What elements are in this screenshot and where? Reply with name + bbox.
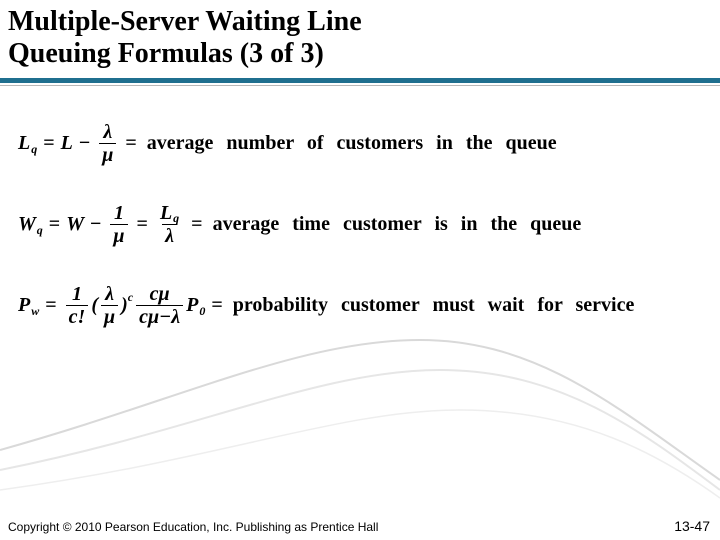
copyright-text: Copyright © 2010 Pearson Education, Inc.… bbox=[8, 520, 378, 534]
slide-body: L q = L − λ μ = average number of custom… bbox=[0, 86, 720, 327]
var-W: W bbox=[66, 213, 84, 236]
slide-header: Multiple-Server Waiting Line Queuing For… bbox=[0, 0, 720, 76]
title-divider bbox=[0, 78, 720, 86]
var-L: L bbox=[61, 132, 73, 155]
formula-lq: L q = L − λ μ = average number of custom… bbox=[18, 122, 702, 165]
var-Lq-L: L bbox=[18, 132, 30, 155]
var-P0-P: P bbox=[186, 294, 198, 317]
title-line-1: Multiple-Server Waiting Line bbox=[8, 6, 362, 37]
frac-cmu: cμ cμ−λ bbox=[136, 284, 183, 327]
var-Lq-sub: q bbox=[31, 142, 37, 157]
var-P0-sub: 0 bbox=[199, 304, 205, 319]
frac-lambda-mu: λ μ bbox=[99, 122, 116, 165]
desc-lq: average number of customers in the queue bbox=[147, 132, 557, 155]
title-line-2: Queuing Formulas (3 of 3) bbox=[8, 38, 324, 69]
formula-pw: P w = 1 c! ( λ μ )c cμ cμ−λ P 0 = probab… bbox=[18, 284, 702, 327]
slide-title: Multiple-Server Waiting Line Queuing For… bbox=[8, 6, 712, 70]
frac-1-mu: 1 μ bbox=[110, 203, 127, 246]
formula-wq: W q = W − 1 μ = Lq λ = average time cust… bbox=[18, 203, 702, 246]
slide-footer: Copyright © 2010 Pearson Education, Inc.… bbox=[0, 514, 720, 540]
frac-lambda-mu-2: λ μ bbox=[101, 284, 118, 327]
exp-c: c bbox=[128, 290, 133, 305]
var-Pw-sub: w bbox=[31, 304, 39, 319]
frac-1-cfact: 1 c! bbox=[66, 284, 89, 327]
var-Pw-P: P bbox=[18, 294, 30, 317]
var-Wq-sub: q bbox=[37, 223, 43, 238]
page-number: 13-47 bbox=[674, 518, 710, 534]
frac-Lq-lambda: Lq λ bbox=[157, 203, 182, 246]
desc-wq: average time customer is in the queue bbox=[213, 213, 582, 236]
var-Wq-W: W bbox=[18, 213, 36, 236]
desc-pw: probability customer must wait for servi… bbox=[233, 294, 635, 317]
